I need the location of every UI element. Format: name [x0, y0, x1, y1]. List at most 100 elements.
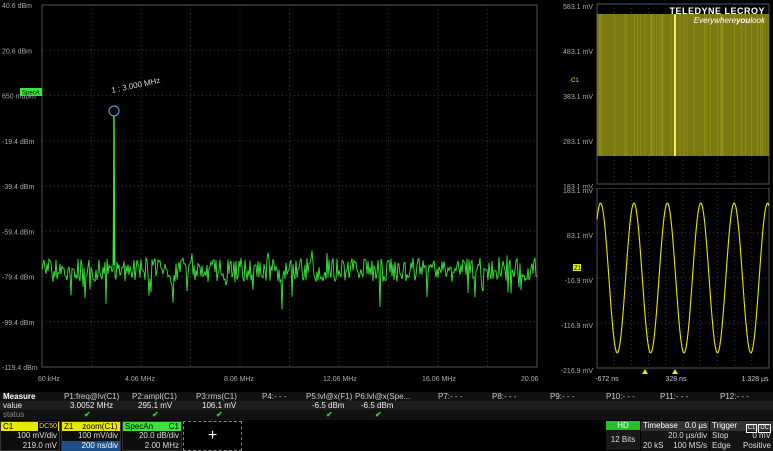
- timebase-delay: 0.0 µs: [685, 421, 707, 430]
- spectrum-y-tick-label: -59.4 dBm: [2, 229, 34, 236]
- measure-value-cell: 106.1 mV: [202, 401, 237, 410]
- z1-header: Z1 zoom(C1): [62, 422, 120, 431]
- measure-header-cell[interactable]: P11:- - -: [660, 392, 688, 401]
- logo-brand: TELEDYNE LECROY: [669, 6, 765, 16]
- measure-header-row: Measure P1:freq@lv(C1) P2:ampl(C1) P3:rms(C…: [0, 392, 773, 401]
- hd-bits: 12 Bits: [606, 430, 640, 450]
- channel-sine-trace: [596, 202, 770, 354]
- measure-status-cell: ✔: [375, 410, 382, 419]
- zoom-z1-descriptor[interactable]: Z1 zoom(C1) 100 mV/div 200 ns/div: [61, 421, 121, 451]
- measure-header-cell[interactable]: P2:ampl(C1): [132, 392, 177, 401]
- measure-header-cell[interactable]: P1:freq@lv(C1): [64, 392, 119, 401]
- measure-header-cell[interactable]: P8:- - -: [492, 392, 516, 401]
- measure-status-cell: ✔: [326, 410, 333, 419]
- spectrum-x-tick-label: 16.06 MHz: [422, 376, 456, 382]
- spectrum-trace-tag-label: SpecA: [22, 91, 40, 97]
- measure-table: Measure P1:freq@lv(C1) P2:ampl(C1) P3:rms(C…: [0, 392, 773, 420]
- measure-value-cell: -6.5 dBm: [312, 401, 345, 410]
- spectrum-y-tick-label: -119.4 dBm: [2, 365, 38, 372]
- channel-y-tick-label: 183.1 mV: [563, 188, 593, 195]
- c1-scale: 100 mV/div: [16, 431, 57, 440]
- logo-tagline: Everywhereyoulook: [693, 16, 765, 25]
- zoom-y-tick-label: 483.1 mV: [563, 49, 593, 56]
- measure-status-cell: ✔: [84, 410, 91, 419]
- spectrum-marker-circle: [108, 105, 120, 117]
- measure-status-row: status ✔ ✔ ✔ ✔ ✔: [0, 410, 773, 419]
- measure-value-cell: 295.1 mV: [138, 401, 173, 410]
- spectrum-y-tick-label: 20.6 dBm: [2, 48, 32, 55]
- timebase-samples: 20 kS: [643, 441, 664, 450]
- timebase-descriptor[interactable]: Timebase 0.0 µs 20.0 µs/div 20 kS 100 MS/s: [641, 421, 709, 451]
- measure-value-cell: 3.0052 MHz: [70, 401, 114, 410]
- hd-resolution-badge[interactable]: HD 12 Bits: [606, 421, 640, 451]
- spec-scale: 20.0 dB/div: [138, 431, 179, 440]
- spectrum-y-tick-label: 40.6 dBm: [2, 3, 32, 10]
- z1-time: 200 ns/div: [62, 441, 120, 451]
- measure-header-cell[interactable]: P4:- - -: [262, 392, 286, 401]
- measure-header-cell[interactable]: P7:- - -: [438, 392, 462, 401]
- zoom-y-tick-label: 583.1 mV: [563, 4, 593, 11]
- timebase-rate: 100 MS/s: [673, 441, 707, 450]
- c1-header: C1 DC50: [1, 422, 59, 431]
- measure-status-cell: ✔: [152, 410, 159, 419]
- measure-header-cell: Measure: [3, 392, 36, 401]
- channel-x-tick-label: 1.328 µs: [742, 376, 769, 382]
- channel-y-tick-label: -216.9 mV: [561, 368, 594, 375]
- spectrum-marker-label: 1 : 3.000 MHz: [111, 76, 162, 95]
- spectrum-y-tick-label: -99.4 dBm: [2, 320, 34, 327]
- z1-scale: 100 mV/div: [77, 431, 118, 440]
- spectrum-x-tick-label: 12.06 MHz: [323, 376, 357, 382]
- right-panel: 583.1 mV 483.1 mV 383.1 mV 283.1 mV 183.1 mV…: [541, 0, 773, 382]
- spectrum-x-tick-label: 8.06 MHz: [224, 376, 254, 382]
- zoom-envelope: [597, 14, 769, 156]
- measure-header-cell[interactable]: P10:- - -: [606, 392, 635, 401]
- teledyne-lecroy-logo: TELEDYNE LECROY Everywhereyoulook: [669, 6, 765, 25]
- timebase-per-div: 20.0 µs/div: [668, 431, 707, 440]
- measure-header-cell[interactable]: P9:- - -: [550, 392, 574, 401]
- channel-y-tick-label: 83.1 mV: [567, 233, 593, 240]
- spec-span: 2.00 MHz: [144, 441, 179, 450]
- add-trace-button[interactable]: +: [183, 421, 242, 451]
- channel-y-tick-label: -16.9 mV: [565, 278, 594, 285]
- trigger-level: 0 mV: [752, 431, 771, 440]
- measure-status-cell: status: [3, 410, 25, 419]
- channel-y-tick-label: -116.9 mV: [561, 323, 593, 330]
- measure-value-cell: -6.5 dBm: [361, 401, 394, 410]
- measure-value-row: value 3.0052 MHz 295.1 mV 106.1 mV -6.5 dBm -…: [0, 401, 773, 410]
- trigger-descriptor[interactable]: Trigger C1 DC Stop 0 mV Edge Positive: [710, 421, 773, 451]
- measure-status-cell: ✔: [216, 410, 223, 419]
- c1-offset: 219.0 mV: [22, 441, 57, 450]
- measure-value-cell: value: [3, 401, 23, 410]
- measure-header-cell[interactable]: P3:rms(C1): [196, 392, 237, 401]
- c1-coupling-badge: DC50: [38, 422, 58, 431]
- spectrum-grid[interactable]: 40.6 dBm20.6 dBm650 mdBm-19.4 dBm-39.4 d…: [0, 0, 541, 382]
- timebase-label: Timebase: [643, 421, 678, 430]
- trigger-type: Edge: [712, 441, 731, 450]
- zoom-center-marker: [672, 369, 678, 374]
- trigger-position-marker: [642, 369, 648, 374]
- measure-header-cell[interactable]: P5:lvl@x(F1): [306, 392, 352, 401]
- zoom-y-tick-label: 283.1 mV: [563, 139, 593, 146]
- spectrum-y-tick-label: -79.4 dBm: [2, 275, 34, 282]
- spectrum-x-tick-label: 4.06 MHz: [125, 376, 155, 382]
- channel-x-tick-label: -672 ns: [595, 376, 619, 382]
- zoom-y-tick-label: 383.1 mV: [563, 94, 593, 101]
- zoom-waveform-grid[interactable]: 583.1 mV483.1 mV383.1 mV283.1 mV183.1 mV…: [541, 0, 773, 188]
- spectrum-x-tick-label: 60 kHz: [38, 376, 60, 382]
- spectrum-x-tick-label: 20.06 MHz: [521, 376, 541, 382]
- channel-c1-descriptor[interactable]: C1 DC50 100 mV/div 219.0 mV: [0, 421, 60, 451]
- channel-x-tick-label: 328 ns: [665, 376, 687, 382]
- measure-header-cell[interactable]: P6:lvl@x(Spe...: [355, 392, 410, 401]
- spectrum-y-tick-label: -19.4 dBm: [2, 139, 34, 146]
- channel-waveform-grid[interactable]: 183.1 mV 83.1 mV -16.9 mV -116.9 mV -216.9 m…: [541, 188, 773, 382]
- spectrum-y-tick-label: -39.4 dBm: [2, 184, 34, 191]
- trigger-mode: Stop: [712, 431, 729, 440]
- measure-header-cell[interactable]: P12:- - -: [720, 392, 749, 401]
- zoom-channel-tag: C1: [571, 78, 579, 84]
- trigger-label: Trigger: [712, 421, 738, 430]
- hd-label: HD: [606, 421, 640, 430]
- channel-z1-tag-label: Z1: [574, 266, 582, 272]
- spec-header: SpecAn C1: [123, 422, 181, 431]
- trigger-slope: Positive: [742, 441, 771, 450]
- spectrum-analyzer-descriptor[interactable]: SpecAn C1 20.0 dB/div 2.00 MHz: [122, 421, 182, 451]
